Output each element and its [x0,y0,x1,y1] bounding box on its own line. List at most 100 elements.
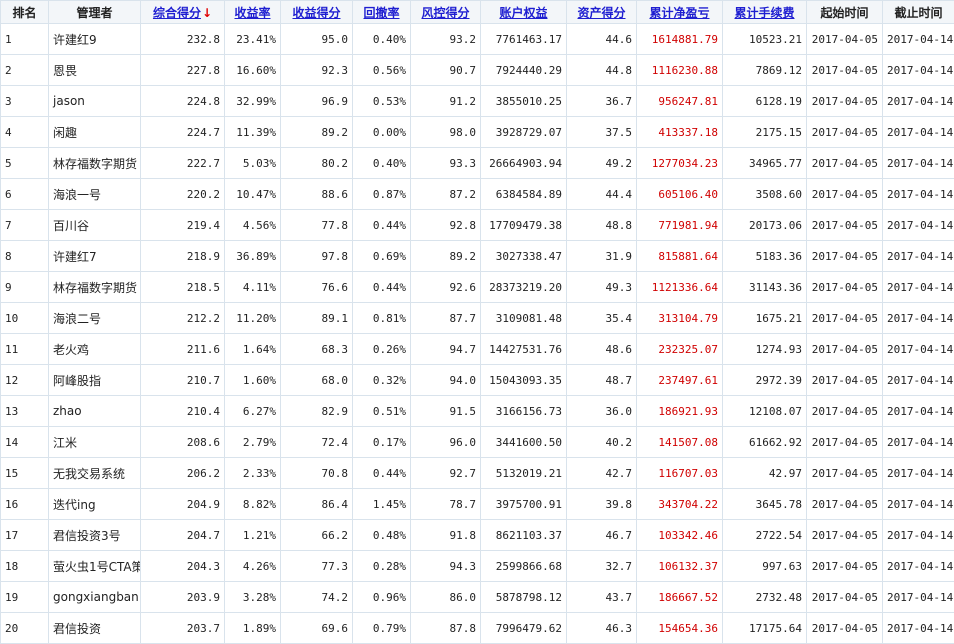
drawdown-cell: 0.48% [353,520,411,551]
drawdown-cell: 0.28% [353,551,411,582]
drawdown-cell: 0.40% [353,148,411,179]
start-date-cell: 2017-04-05 [807,241,883,272]
sort-return-rate[interactable]: 收益率 [225,1,281,24]
risk-score-cell: 96.0 [411,427,481,458]
sort-composite-score[interactable]: 综合得分↓ [141,1,225,24]
sort-asset-score[interactable]: 资产得分 [567,1,637,24]
end-date-cell: 2017-04-14 [883,241,954,272]
table-row: 7百川谷219.44.56%77.80.44%92.817709479.3848… [1,210,954,241]
return-rate-cell: 16.60% [225,55,281,86]
return-rate-cell: 1.89% [225,613,281,644]
equity-cell: 5132019.21 [481,458,567,489]
return-score-cell: 89.1 [281,303,353,334]
return-rate-cell: 23.41% [225,24,281,55]
rank-cell: 3 [1,86,49,117]
start-date-cell: 2017-04-05 [807,520,883,551]
risk-score-cell: 91.5 [411,396,481,427]
manager-name-cell: jason [49,86,141,117]
rank-cell: 20 [1,613,49,644]
asset-score-cell: 36.7 [567,86,637,117]
net-pl-cell: 771981.94 [637,210,723,241]
net-pl-cell: 1121336.64 [637,272,723,303]
end-date-cell: 2017-04-14 [883,303,954,334]
table-row: 10海浪二号212.211.20%89.10.81%87.73109081.48… [1,303,954,334]
return-score-cell: 68.3 [281,334,353,365]
fees-cell: 2722.54 [723,520,807,551]
end-date-cell: 2017-04-14 [883,489,954,520]
equity-cell: 26664903.94 [481,148,567,179]
sort-fees[interactable]: 累计手续费 [723,1,807,24]
sort-equity[interactable]: 账户权益 [481,1,567,24]
start-date-cell: 2017-04-05 [807,582,883,613]
end-date-cell: 2017-04-14 [883,334,954,365]
fees-cell: 2732.48 [723,582,807,613]
return-score-cell: 82.9 [281,396,353,427]
start-date-cell: 2017-04-05 [807,396,883,427]
equity-cell: 7996479.62 [481,613,567,644]
risk-score-cell: 94.7 [411,334,481,365]
asset-score-cell: 49.2 [567,148,637,179]
table-row: 3jason224.832.99%96.90.53%91.23855010.25… [1,86,954,117]
rank-cell: 17 [1,520,49,551]
drawdown-cell: 0.44% [353,210,411,241]
drawdown-cell: 0.69% [353,241,411,272]
composite-score-cell: 210.4 [141,396,225,427]
start-date-cell: 2017-04-05 [807,210,883,241]
composite-score-cell: 224.8 [141,86,225,117]
sort-net-pl[interactable]: 累计净盈亏 [637,1,723,24]
drawdown-cell: 0.51% [353,396,411,427]
end-date-cell: 2017-04-14 [883,520,954,551]
composite-score-cell: 204.3 [141,551,225,582]
equity-cell: 14427531.76 [481,334,567,365]
end-date-cell: 2017-04-14 [883,582,954,613]
return-rate-cell: 10.47% [225,179,281,210]
fees-cell: 1274.93 [723,334,807,365]
rank-cell: 16 [1,489,49,520]
risk-score-cell: 92.7 [411,458,481,489]
manager-name-cell: 闲趣 [49,117,141,148]
rank-cell: 15 [1,458,49,489]
end-date-cell: 2017-04-14 [883,396,954,427]
net-pl-cell: 141507.08 [637,427,723,458]
return-score-cell: 86.4 [281,489,353,520]
table-row: 8许建红7218.936.89%97.80.69%89.23027338.473… [1,241,954,272]
equity-cell: 3928729.07 [481,117,567,148]
rank-cell: 6 [1,179,49,210]
risk-score-cell: 92.8 [411,210,481,241]
risk-score-cell: 90.7 [411,55,481,86]
sort-risk-score[interactable]: 风控得分 [411,1,481,24]
return-score-cell: 77.3 [281,551,353,582]
start-date-cell: 2017-04-05 [807,458,883,489]
asset-score-cell: 43.7 [567,582,637,613]
table-row: 13zhao210.46.27%82.90.51%91.53166156.733… [1,396,954,427]
asset-score-cell: 48.7 [567,365,637,396]
fees-cell: 61662.92 [723,427,807,458]
asset-score-cell: 31.9 [567,241,637,272]
table-row: 1许建红9232.823.41%95.00.40%93.27761463.174… [1,24,954,55]
table-body: 1许建红9232.823.41%95.00.40%93.27761463.174… [1,24,954,644]
return-rate-cell: 11.20% [225,303,281,334]
manager-name-cell: gongxiangban [49,582,141,613]
risk-score-cell: 87.7 [411,303,481,334]
sort-drawdown[interactable]: 回撤率 [353,1,411,24]
fees-cell: 3508.60 [723,179,807,210]
net-pl-cell: 106132.37 [637,551,723,582]
table-row: 19gongxiangban203.93.28%74.20.96%86.0587… [1,582,954,613]
return-rate-cell: 5.03% [225,148,281,179]
return-score-cell: 96.9 [281,86,353,117]
fees-cell: 12108.07 [723,396,807,427]
manager-name-cell: 百川谷 [49,210,141,241]
asset-score-cell: 46.3 [567,613,637,644]
risk-score-cell: 98.0 [411,117,481,148]
return-score-cell: 69.6 [281,613,353,644]
risk-score-cell: 93.3 [411,148,481,179]
table-row: 11老火鸡211.61.64%68.30.26%94.714427531.764… [1,334,954,365]
return-score-cell: 80.2 [281,148,353,179]
composite-score-cell: 220.2 [141,179,225,210]
equity-cell: 2599866.68 [481,551,567,582]
manager-name-cell: 林存福数字期货 [49,148,141,179]
drawdown-cell: 0.96% [353,582,411,613]
sort-return-score[interactable]: 收益得分 [281,1,353,24]
end-date-cell: 2017-04-14 [883,458,954,489]
return-score-cell: 76.6 [281,272,353,303]
